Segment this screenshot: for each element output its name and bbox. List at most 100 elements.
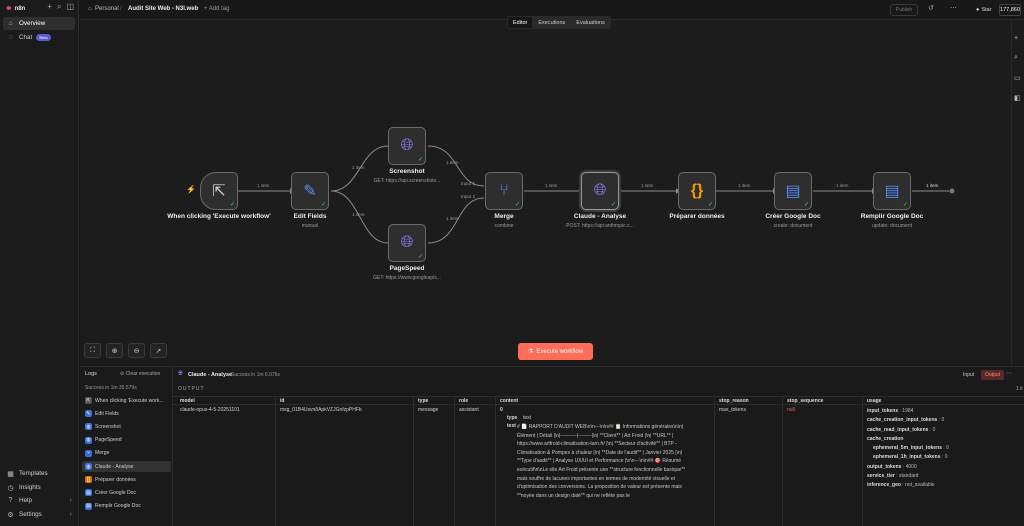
node-preparer-title: Préparer données — [669, 213, 725, 220]
merge-input-label: Input 2 — [461, 194, 476, 199]
edge-label: 1 item — [257, 183, 270, 188]
workflow-canvas[interactable]: ⚡ ⇱ ✓ When clicking 'Execute workflow' 1… — [80, 20, 1011, 365]
sidebar-item-templates[interactable]: ▦ Templates — [3, 467, 75, 480]
node-remplir-google-doc[interactable]: ▤ ✓ — [873, 172, 911, 210]
globe-icon: 🌐︎ — [400, 234, 414, 251]
usage-entry: ephemeral_1h_input_tokens : 0 — [873, 454, 948, 461]
output-node-status: Success in 1m 6.976s — [231, 372, 280, 378]
zoom-out-button[interactable]: ⊖ — [128, 343, 145, 358]
node-edit-fields[interactable]: ✎ ✓ — [291, 172, 329, 210]
cell-content-text: # 📄 RAPPORT D'AUDIT WEB\n\n---\n\n## 📋 I… — [517, 424, 686, 499]
output-toggle[interactable]: Output — [981, 370, 1005, 380]
workflow-name[interactable]: Audit Site Web - N3I.web — [128, 6, 198, 12]
globe-icon: ◍ — [85, 436, 92, 444]
log-item-label: Screenshot — [95, 423, 121, 430]
node-claude-analyse[interactable]: 🌐︎ ✓ — [581, 172, 619, 210]
pencil-icon: ✎ — [85, 410, 92, 418]
node-merge-sub: combine — [494, 223, 514, 229]
add-icon[interactable]: + — [47, 2, 52, 12]
column-header: type — [418, 398, 429, 404]
project-icon: ⌂ — [88, 6, 92, 12]
node-creer-sub: create: document — [773, 223, 813, 229]
log-item-label: Préparer données — [95, 476, 136, 483]
success-check-icon: ✓ — [229, 202, 235, 208]
output-section-label: OUTPUT — [178, 386, 205, 392]
chevron-right-icon: › — [69, 511, 72, 518]
usage-value: not_available — [905, 482, 935, 489]
sidebar-item-insights[interactable]: ◷ Insights — [3, 481, 75, 494]
node-pagespeed-sub: GET: https://www.googleapis... — [373, 275, 441, 281]
clear-execution-button[interactable]: ⊘ Clear execution — [120, 371, 160, 377]
log-item[interactable]: ◍ Claude - Analyse — [82, 461, 171, 472]
breadcrumb-project[interactable]: Personal — [95, 6, 119, 12]
panel-icon[interactable]: ◧ — [1014, 94, 1021, 102]
usage-entry: service_tier : standard — [867, 473, 919, 480]
execute-workflow-button[interactable]: ⚗ Execute workflow — [518, 343, 593, 360]
more-options-icon[interactable]: ⋯ — [950, 4, 957, 12]
node-screenshot[interactable]: 🌐︎ ✓ — [388, 127, 426, 165]
node-pagespeed[interactable]: 🌐︎ ✓ — [388, 224, 426, 262]
log-item-label: Remplir Google Doc — [95, 503, 141, 510]
sidebar-item-settings[interactable]: ⚙ Settings › — [3, 508, 75, 521]
log-item[interactable]: ◍ PageSpeed — [82, 435, 171, 446]
node-screenshot-title: Screenshot — [389, 168, 425, 175]
usage-key: output_tokens — [867, 463, 902, 470]
cell-content-key: type — [507, 415, 518, 421]
tab-executions[interactable]: Executions — [533, 17, 570, 28]
github-star-button[interactable]: ● Star — [976, 4, 998, 16]
add-tag-button[interactable]: + Add tag — [204, 6, 230, 12]
node-creer-google-doc[interactable]: ▤ ✓ — [774, 172, 812, 210]
app-logo[interactable]: ⚭ n8n — [5, 3, 25, 14]
code-icon: {} — [85, 476, 92, 484]
usage-key: cache_read_input_tokens — [867, 426, 929, 433]
node-remplir-title: Remplir Google Doc — [860, 213, 924, 220]
usage-entry: output_tokens : 4000 — [867, 463, 917, 470]
log-item[interactable]: ⇱ When clicking 'Execute work... — [82, 395, 171, 406]
node-trigger[interactable]: ⇱ ✓ — [200, 172, 238, 210]
add-node-icon[interactable]: + — [1014, 35, 1018, 42]
log-item[interactable]: ✎ Edit Fields — [82, 408, 171, 419]
usage-key: ephemeral_1h_input_tokens — [873, 454, 941, 461]
sidebar-item-label: Templates — [19, 470, 48, 477]
collapse-sidebar-icon[interactable]: ◫ — [66, 2, 74, 12]
input-toggle[interactable]: Input — [959, 370, 978, 380]
fit-view-button[interactable]: ⛶ — [84, 343, 101, 358]
usage-key: cache_creation_input_tokens — [867, 417, 938, 424]
sidebar-item-chat[interactable]: ◌ Chat Beta — [3, 31, 75, 44]
github-icon: ● — [976, 7, 980, 13]
log-item[interactable]: ⑂ Merge — [82, 448, 171, 459]
cell-model: claude-opus-4-5-20251101 — [180, 407, 240, 413]
success-check-icon: ✓ — [514, 202, 520, 208]
tidy-up-button[interactable]: ➚ — [150, 343, 167, 358]
sidebar-item-overview[interactable]: ⌂ Overview — [3, 17, 75, 30]
tab-editor[interactable]: Editor — [508, 17, 533, 28]
node-preparer-donnees[interactable]: {} ✓ — [678, 172, 716, 210]
log-item[interactable]: ◍ Screenshot — [82, 421, 171, 432]
log-item-label: Créer Google Doc — [95, 489, 137, 496]
zoom-in-button[interactable]: ⊕ — [106, 343, 123, 358]
sidebar-item-help[interactable]: ? Help › — [3, 494, 75, 507]
node-merge[interactable]: ⑂ ✓ — [485, 172, 523, 210]
zoom-in-icon: ⊕ — [111, 347, 118, 355]
usage-key: inference_geo — [867, 482, 901, 489]
publish-button[interactable]: Publish — [890, 4, 918, 16]
log-item[interactable]: {} Préparer données — [82, 474, 171, 485]
history-icon[interactable]: ↺ — [928, 4, 934, 12]
search-icon[interactable]: ⌕ — [57, 2, 61, 12]
log-item[interactable]: ▤ Créer Google Doc — [82, 487, 171, 498]
breadcrumb-separator: / — [120, 6, 122, 12]
log-item-label: Claude - Analyse — [95, 463, 134, 470]
globe-icon: 🌐︎ — [400, 137, 414, 154]
success-check-icon: ✓ — [417, 157, 423, 163]
doc-icon: ▤ — [85, 502, 92, 510]
usage-value: 0 — [941, 417, 945, 424]
log-item[interactable]: ▤ Remplir Google Doc — [82, 501, 171, 512]
tab-evaluations[interactable]: Evaluations — [571, 17, 609, 28]
sticky-note-icon[interactable]: ▭ — [1014, 74, 1021, 82]
usage-entry: cache_read_input_tokens : 0 — [867, 426, 936, 433]
more-options-icon[interactable]: ⋯ — [1006, 370, 1012, 377]
node-pagespeed-title: PageSpeed — [389, 265, 425, 272]
cell-content-index: 0 — [500, 407, 503, 413]
search-nodes-icon[interactable]: ⌕ — [1014, 54, 1018, 62]
output-table-header: model id type role content stop_reason s… — [173, 396, 1024, 405]
